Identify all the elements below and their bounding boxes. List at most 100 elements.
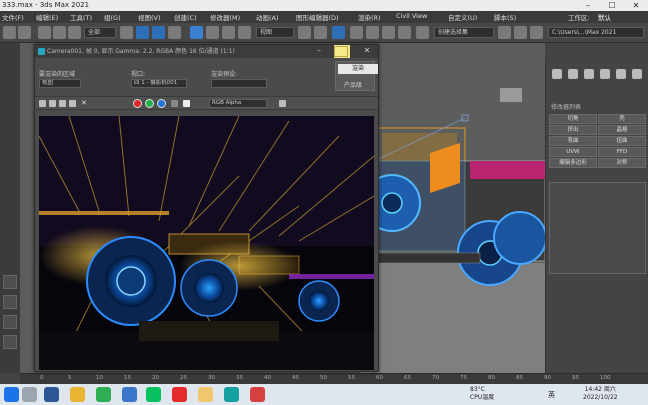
timeline-ruler[interactable]: 0 5 10 15 20 25 30 35 40 45 50 55 60 65 … bbox=[20, 373, 648, 384]
rectangle-selection-icon[interactable] bbox=[152, 26, 165, 39]
layout-tab-1[interactable] bbox=[3, 275, 17, 289]
save-image-icon[interactable] bbox=[39, 100, 46, 107]
viewport-dropdown[interactable]: 四 1 - 摄影机001 bbox=[131, 79, 187, 88]
display-color-icon[interactable] bbox=[279, 100, 286, 107]
start-icon[interactable] bbox=[4, 387, 19, 402]
monochrome-toggle[interactable] bbox=[183, 100, 190, 107]
hierarchy-tab-icon[interactable] bbox=[584, 69, 594, 79]
menu-animation[interactable]: 动画(A) bbox=[256, 12, 279, 22]
spinner-snap-icon[interactable] bbox=[398, 26, 411, 39]
percent-snap-icon[interactable] bbox=[382, 26, 395, 39]
select-manipulate-icon[interactable] bbox=[314, 26, 327, 39]
task-view-icon[interactable] bbox=[44, 387, 59, 402]
keyboard-shortcut-override-icon[interactable] bbox=[332, 26, 345, 39]
create-tab-icon[interactable] bbox=[552, 69, 562, 79]
menu-views[interactable]: 视图(V) bbox=[138, 12, 161, 22]
menu-edit[interactable]: 编辑(E) bbox=[36, 12, 58, 22]
edit-named-selection-icon[interactable] bbox=[416, 26, 429, 39]
channel-display-dropdown[interactable]: RGB Alpha bbox=[209, 99, 267, 108]
window-crossing-icon[interactable] bbox=[168, 26, 181, 39]
undo-icon[interactable] bbox=[3, 26, 16, 39]
modifier-button[interactable]: 挤出 bbox=[549, 125, 597, 135]
align-icon[interactable] bbox=[514, 26, 527, 39]
menu-customize[interactable]: 自定义(U) bbox=[448, 12, 477, 22]
menu-rendering[interactable]: 渲染(R) bbox=[358, 12, 381, 22]
rotate-icon[interactable] bbox=[206, 26, 219, 39]
menu-graph-editors[interactable]: 图形编辑器(D) bbox=[296, 12, 339, 22]
red-channel-toggle[interactable] bbox=[133, 99, 142, 108]
search-icon[interactable] bbox=[22, 387, 37, 402]
modifier-button[interactable]: 壳 bbox=[598, 114, 646, 124]
modifier-stack-area[interactable] bbox=[549, 182, 646, 274]
close-button[interactable]: ✕ bbox=[624, 0, 648, 11]
link-icon[interactable] bbox=[38, 26, 51, 39]
chrome-icon[interactable] bbox=[70, 387, 85, 402]
unlink-icon[interactable] bbox=[53, 26, 66, 39]
select-by-name-icon[interactable] bbox=[136, 26, 149, 39]
green-app-icon[interactable] bbox=[96, 387, 111, 402]
snaps-toggle-icon[interactable] bbox=[350, 26, 363, 39]
modifier-button[interactable]: UVW bbox=[549, 147, 597, 157]
toggle-scene-explorer-icon[interactable] bbox=[530, 26, 543, 39]
red-app-icon[interactable] bbox=[250, 387, 265, 402]
system-clock[interactable]: 14:42 周六 2022/10/22 bbox=[583, 386, 618, 402]
menu-group[interactable]: 组(G) bbox=[104, 12, 121, 22]
modifier-button[interactable]: 编辑多边形 bbox=[549, 158, 597, 168]
reference-coordinate-dropdown[interactable]: 视图 bbox=[256, 27, 294, 38]
redo-icon[interactable] bbox=[18, 26, 31, 39]
maximize-button[interactable]: ☐ bbox=[600, 0, 624, 11]
menu-tools[interactable]: 工具(T) bbox=[70, 12, 92, 22]
print-image-icon[interactable] bbox=[69, 100, 76, 107]
menu-scripting[interactable]: 脚本(S) bbox=[494, 12, 516, 22]
selection-filter-dropdown[interactable]: 全部 bbox=[84, 27, 116, 38]
motion-tab-icon[interactable] bbox=[600, 69, 610, 79]
render-window-minimize-button[interactable]: – bbox=[311, 45, 327, 58]
alpha-channel-toggle[interactable] bbox=[171, 100, 178, 107]
modifier-button[interactable]: 扭曲 bbox=[598, 136, 646, 146]
move-icon[interactable] bbox=[190, 26, 203, 39]
menu-modifiers[interactable]: 修改器(M) bbox=[210, 12, 240, 22]
mirror-icon[interactable] bbox=[498, 26, 511, 39]
wechat-icon[interactable] bbox=[146, 387, 161, 402]
minimize-button[interactable]: – bbox=[576, 0, 600, 11]
utilities-tab-icon[interactable] bbox=[632, 69, 642, 79]
area-to-render-dropdown[interactable]: 视图 bbox=[39, 79, 81, 88]
clone-frame-icon[interactable] bbox=[59, 100, 66, 107]
modify-tab-icon[interactable] bbox=[568, 69, 578, 79]
folder-icon[interactable] bbox=[198, 387, 213, 402]
layout-tab-2[interactable] bbox=[3, 295, 17, 309]
green-channel-toggle[interactable] bbox=[145, 99, 154, 108]
render-highlight-icon[interactable] bbox=[334, 46, 348, 57]
modifier-list-title[interactable]: 修改器列表 bbox=[549, 102, 646, 111]
3dsmax-task-icon[interactable] bbox=[224, 387, 239, 402]
copy-image-icon[interactable] bbox=[49, 100, 56, 107]
edge-icon[interactable] bbox=[122, 387, 137, 402]
select-object-icon[interactable] bbox=[120, 26, 133, 39]
menu-file[interactable]: 文件(F) bbox=[2, 12, 24, 22]
modifier-button[interactable]: FFD bbox=[598, 147, 646, 157]
workspace-value[interactable]: 默认 bbox=[598, 12, 611, 22]
menu-civil-view[interactable]: Civil View bbox=[396, 12, 427, 20]
clear-image-icon[interactable]: ✕ bbox=[81, 100, 88, 107]
pivot-icon[interactable] bbox=[298, 26, 311, 39]
render-window-close-button[interactable]: ✕ bbox=[359, 45, 375, 58]
menu-create[interactable]: 创建(C) bbox=[174, 12, 197, 22]
display-tab-icon[interactable] bbox=[616, 69, 626, 79]
modifier-button[interactable]: 弯曲 bbox=[549, 136, 597, 146]
scale-icon[interactable] bbox=[222, 26, 235, 39]
modifier-button[interactable]: 切角 bbox=[549, 114, 597, 124]
place-icon[interactable] bbox=[238, 26, 251, 39]
wps-icon[interactable] bbox=[172, 387, 187, 402]
named-selection-dropdown[interactable]: 创建选择集 bbox=[434, 27, 494, 38]
layout-tab-3[interactable] bbox=[3, 315, 17, 329]
blue-channel-toggle[interactable] bbox=[157, 99, 166, 108]
project-path-dropdown[interactable]: C:\Users\...\Max 2021 bbox=[548, 27, 644, 38]
modifier-button[interactable]: 对称 bbox=[598, 158, 646, 168]
input-language[interactable]: 英 bbox=[548, 390, 555, 400]
bind-space-warp-icon[interactable] bbox=[68, 26, 81, 39]
product-level-label[interactable]: 产品级 bbox=[344, 80, 362, 89]
render-preset-dropdown[interactable] bbox=[211, 79, 267, 88]
angle-snap-icon[interactable] bbox=[366, 26, 379, 39]
modifier-button[interactable]: 晶格 bbox=[598, 125, 646, 135]
layout-tab-4[interactable] bbox=[3, 335, 17, 349]
